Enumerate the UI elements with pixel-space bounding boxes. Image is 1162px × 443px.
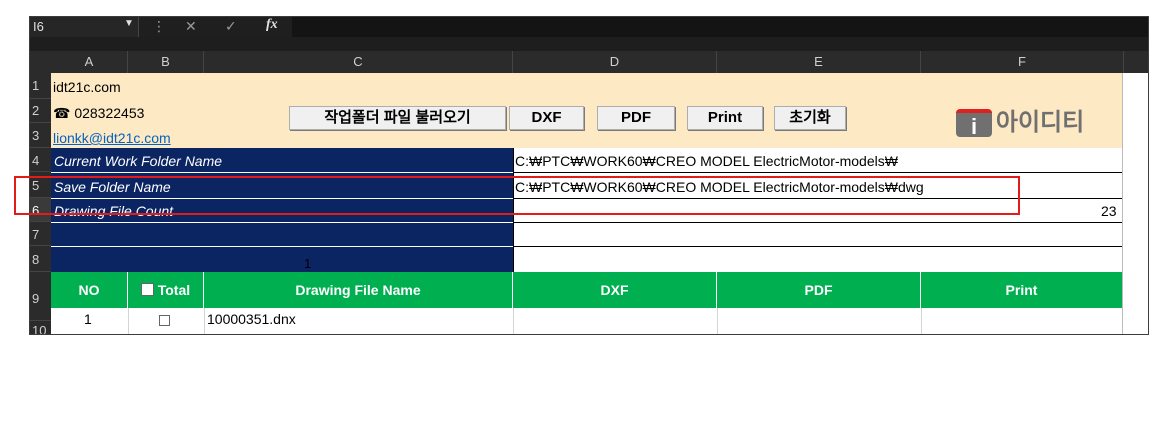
enter-check-icon[interactable]: ✓ bbox=[225, 18, 237, 35]
pdf-button[interactable]: PDF bbox=[597, 106, 675, 130]
current-folder-label: Current Work Folder Name bbox=[54, 153, 223, 169]
highlight-box bbox=[14, 176, 1020, 215]
formula-bar: I6 ▼ ⋮ ✕ ✓ fx bbox=[30, 17, 1148, 37]
empty-column-area bbox=[1122, 73, 1148, 334]
print-button[interactable]: Print bbox=[687, 106, 763, 130]
divider bbox=[513, 172, 1122, 173]
file-count-value[interactable]: 23 bbox=[1101, 203, 1117, 219]
column-header-b[interactable]: B bbox=[128, 51, 204, 73]
row-header-10[interactable]: 10 bbox=[30, 321, 51, 334]
row-no[interactable]: 1 bbox=[84, 311, 92, 327]
reset-button[interactable]: 초기화 bbox=[774, 106, 846, 130]
header-pdf[interactable]: PDF bbox=[717, 272, 921, 308]
cancel-icon[interactable]: ✕ bbox=[185, 18, 197, 35]
site-text[interactable]: idt21c.com bbox=[53, 79, 121, 95]
row-header-7[interactable]: 7 bbox=[30, 222, 51, 246]
logo-text: 아이디티 bbox=[995, 109, 1085, 136]
function-icon[interactable]: fx bbox=[266, 17, 278, 33]
header-file-name[interactable]: Drawing File Name bbox=[204, 272, 513, 308]
divider bbox=[51, 172, 513, 173]
column-headers: A B C D E F bbox=[30, 51, 1148, 73]
formula-input[interactable] bbox=[292, 17, 1148, 37]
row-header-3[interactable]: 3 bbox=[30, 123, 51, 148]
more-options-icon[interactable]: ⋮ bbox=[152, 18, 166, 35]
column-header-c[interactable]: C bbox=[204, 51, 513, 73]
row-header-4[interactable]: 4 bbox=[30, 148, 51, 172]
divider bbox=[513, 246, 1122, 247]
header-dxf[interactable]: DXF bbox=[513, 272, 717, 308]
header-no[interactable]: NO bbox=[51, 272, 128, 308]
column-header-a[interactable]: A bbox=[51, 51, 128, 73]
divider bbox=[128, 308, 129, 334]
divider bbox=[717, 308, 718, 334]
row-header-1[interactable]: 1 bbox=[30, 73, 51, 99]
row-file-name[interactable]: 10000351.dnx bbox=[207, 311, 296, 327]
row-header-9[interactable]: 9 bbox=[30, 272, 51, 321]
row-header-8[interactable]: 8 bbox=[30, 246, 51, 272]
total-checkbox[interactable] bbox=[140, 283, 154, 296]
row-header-2[interactable]: 2 bbox=[30, 99, 51, 123]
column-header-f[interactable]: F bbox=[921, 51, 1124, 73]
divider bbox=[51, 222, 513, 223]
header-total[interactable]: Total bbox=[128, 272, 204, 308]
divider bbox=[513, 222, 1122, 223]
name-box[interactable]: I6 ▼ bbox=[30, 17, 139, 37]
logo-mark-icon: i bbox=[956, 109, 992, 139]
divider bbox=[204, 308, 205, 334]
column-header-e[interactable]: E bbox=[717, 51, 921, 73]
divider bbox=[513, 308, 514, 334]
load-folder-button[interactable]: 작업폴더 파일 불러오기 bbox=[289, 106, 506, 130]
dxf-button[interactable]: DXF bbox=[509, 106, 584, 130]
divider bbox=[51, 246, 513, 247]
row8-value[interactable]: 1 bbox=[304, 256, 311, 271]
email-link[interactable]: lionkk@idt21c.com bbox=[53, 130, 171, 146]
column-header-d[interactable]: D bbox=[513, 51, 717, 73]
header-total-label: Total bbox=[157, 282, 191, 298]
row-checkbox[interactable] bbox=[159, 315, 170, 326]
header-print[interactable]: Print bbox=[921, 272, 1122, 308]
company-logo: i 아이디티 bbox=[956, 109, 1085, 139]
divider bbox=[921, 308, 922, 334]
chevron-down-icon[interactable]: ▼ bbox=[124, 18, 134, 29]
current-folder-value[interactable]: C:₩PTC₩WORK60₩CREO MODEL ElectricMotor-m… bbox=[515, 153, 898, 169]
name-box-value: I6 bbox=[33, 19, 44, 34]
phone-text[interactable]: ☎ 028322453 bbox=[53, 105, 144, 122]
